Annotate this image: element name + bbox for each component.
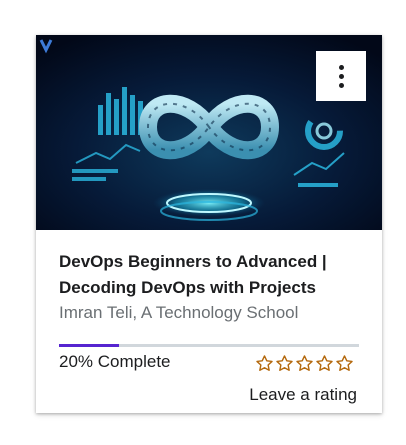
course-title[interactable]: DevOps Beginners to Advanced | Decoding … bbox=[59, 249, 359, 301]
star-icon[interactable] bbox=[315, 354, 334, 373]
leave-rating-link[interactable]: Leave a rating bbox=[249, 384, 357, 406]
progress-bar bbox=[59, 344, 359, 347]
course-card[interactable]: DevOps Beginners to Advanced | Decoding … bbox=[36, 35, 382, 413]
course-instructor: Imran Teli, A Technology School bbox=[59, 303, 299, 322]
course-thumbnail[interactable] bbox=[36, 35, 382, 230]
star-icon[interactable] bbox=[255, 354, 274, 373]
more-options-button[interactable] bbox=[316, 51, 366, 101]
star-rating[interactable] bbox=[255, 354, 354, 373]
progress-bar-fill bbox=[59, 344, 119, 347]
progress-label: 20% Complete bbox=[59, 352, 171, 371]
star-icon[interactable] bbox=[295, 354, 314, 373]
star-icon[interactable] bbox=[335, 354, 354, 373]
star-icon[interactable] bbox=[275, 354, 294, 373]
more-vertical-icon bbox=[338, 64, 344, 88]
